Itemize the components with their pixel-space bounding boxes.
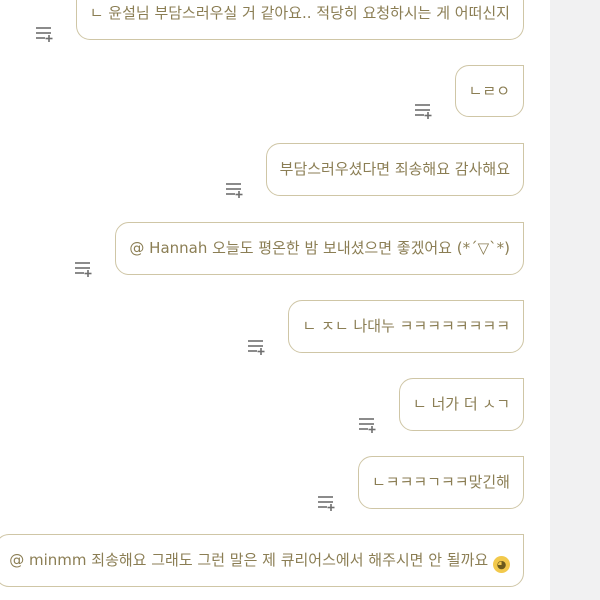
message-row: ㄴ 너가 더 ㅅㄱ xyxy=(358,378,524,434)
message-row: ㄴ ㅈㄴ 나대누 ㅋㅋㅋㅋㅋㅋㅋㅋ xyxy=(247,300,524,356)
message-text: @ Hannah 오늘도 평온한 밤 보내셨으면 좋겠어요 (*´▽`*) xyxy=(129,239,510,257)
queue-add-icon[interactable] xyxy=(35,24,54,43)
message-bubble[interactable]: ㄴ 너가 더 ㅅㄱ xyxy=(398,378,524,431)
queue-add-icon[interactable] xyxy=(225,180,244,199)
message-row: 부담스러우셨다면 죄송해요 감사해요 xyxy=(225,143,524,199)
message-text: ㄴㅋㅋㅋㄱㅋㅋ맞긴해 xyxy=(371,473,510,491)
pleading-face-emoji: ◕ xyxy=(493,556,510,573)
message-text: ㄴ 너가 더 ㅅㄱ xyxy=(412,395,510,413)
message-text: ㄴ ㅈㄴ 나대누 ㅋㅋㅋㅋㅋㅋㅋㅋ xyxy=(302,317,510,335)
message-bubble[interactable]: 부담스러우셨다면 죄송해요 감사해요 xyxy=(265,143,524,196)
message-bubble[interactable]: @ Hannah 오늘도 평온한 밤 보내셨으면 좋겠어요 (*´▽`*) xyxy=(115,222,524,275)
queue-add-icon[interactable] xyxy=(358,415,377,434)
message-bubble[interactable]: ㄴ ㅈㄴ 나대누 ㅋㅋㅋㅋㅋㅋㅋㅋ xyxy=(288,300,524,353)
message-bubble[interactable]: ㄴ 윤설님 부담스러우실 거 같아요.. 적당히 요청하시는 게 어떠신지 xyxy=(75,0,524,40)
message-row: ㄴㄹㅇ xyxy=(414,65,524,120)
message-bubble[interactable]: ㄴㄹㅇ xyxy=(454,65,524,117)
message-bubble[interactable]: @ minmm 죄송해요 그래도 그런 말은 제 큐리어스에서 해주시면 안 될… xyxy=(0,534,524,587)
message-row: @ minmm 죄송해요 그래도 그런 말은 제 큐리어스에서 해주시면 안 될… xyxy=(0,534,524,587)
scrollbar-track[interactable] xyxy=(550,0,600,600)
queue-add-icon[interactable] xyxy=(317,493,336,512)
queue-add-icon[interactable] xyxy=(74,259,93,278)
message-text: 부담스러우셨다면 죄송해요 감사해요 xyxy=(279,160,510,178)
chat-area: ㄴ 윤설님 부담스러우실 거 같아요.. 적당히 요청하시는 게 어떠신지 ㄴㄹ… xyxy=(0,0,550,600)
message-text: ㄴ 윤설님 부담스러우실 거 같아요.. 적당히 요청하시는 게 어떠신지 xyxy=(89,4,510,22)
message-row: @ Hannah 오늘도 평온한 밤 보내셨으면 좋겠어요 (*´▽`*) xyxy=(74,222,524,278)
message-text: ㄴㄹㅇ xyxy=(468,82,510,100)
queue-add-icon[interactable] xyxy=(414,101,433,120)
message-row: ㄴㅋㅋㅋㄱㅋㅋ맞긴해 xyxy=(317,456,524,512)
message-text: @ minmm 죄송해요 그래도 그런 말은 제 큐리어스에서 해주시면 안 될… xyxy=(9,551,489,569)
queue-add-icon[interactable] xyxy=(247,337,266,356)
message-row: ㄴ 윤설님 부담스러우실 거 같아요.. 적당히 요청하시는 게 어떠신지 xyxy=(35,0,524,43)
message-bubble[interactable]: ㄴㅋㅋㅋㄱㅋㅋ맞긴해 xyxy=(357,456,524,509)
